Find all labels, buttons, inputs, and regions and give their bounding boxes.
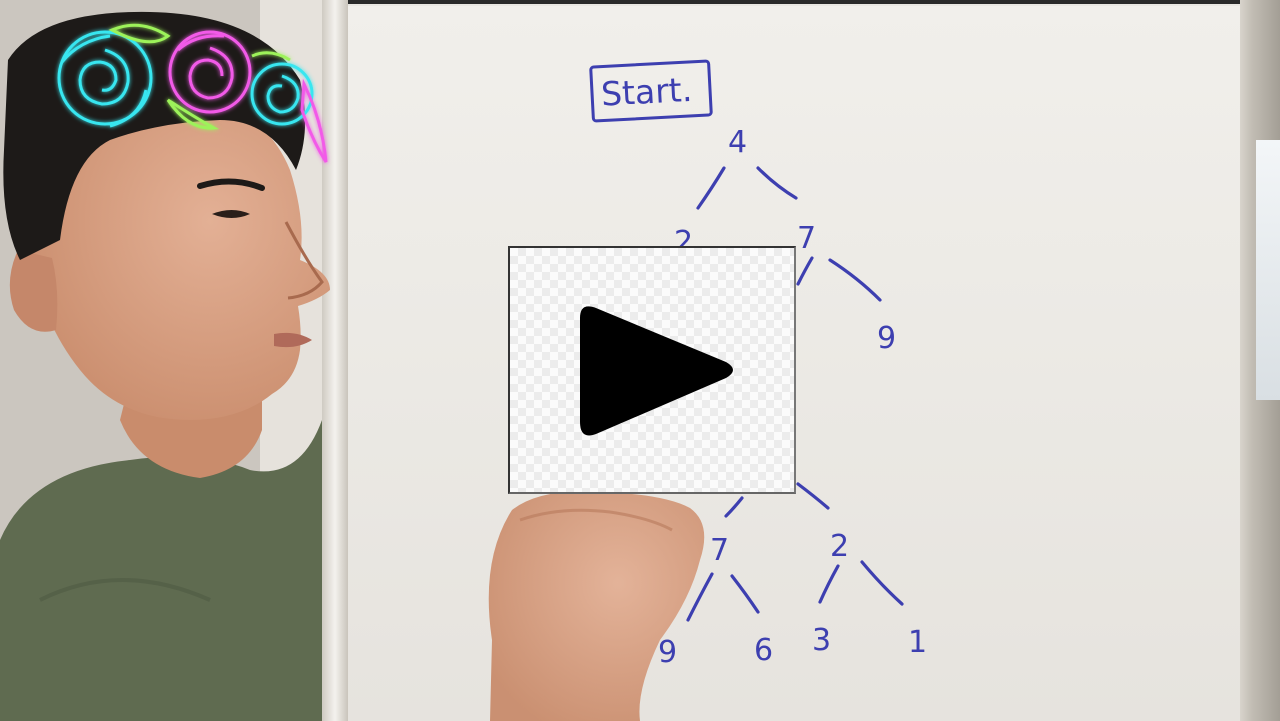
- tree-leaf-node: 9: [658, 635, 677, 670]
- tree-root-node: 4: [728, 125, 747, 160]
- tree-right-child-node: 7: [797, 221, 816, 256]
- tree-bottom-left-node: 7: [710, 533, 729, 568]
- start-label: Start.: [600, 70, 693, 114]
- tree-bottom-right-node: 2: [830, 529, 849, 564]
- tree-right-grandchild-node: 9: [877, 321, 896, 356]
- presenter-hand: [488, 491, 705, 721]
- tree-leaf-node: 1: [908, 625, 927, 660]
- video-frame[interactable]: Start. 4 2 7 9 7 2 9 6 3 1: [0, 0, 1280, 721]
- play-icon: [580, 306, 733, 436]
- play-button[interactable]: [508, 246, 796, 494]
- presenter: [0, 0, 330, 721]
- tree-leaf-node: 6: [754, 633, 773, 668]
- tree-leaf-node: 3: [812, 623, 831, 658]
